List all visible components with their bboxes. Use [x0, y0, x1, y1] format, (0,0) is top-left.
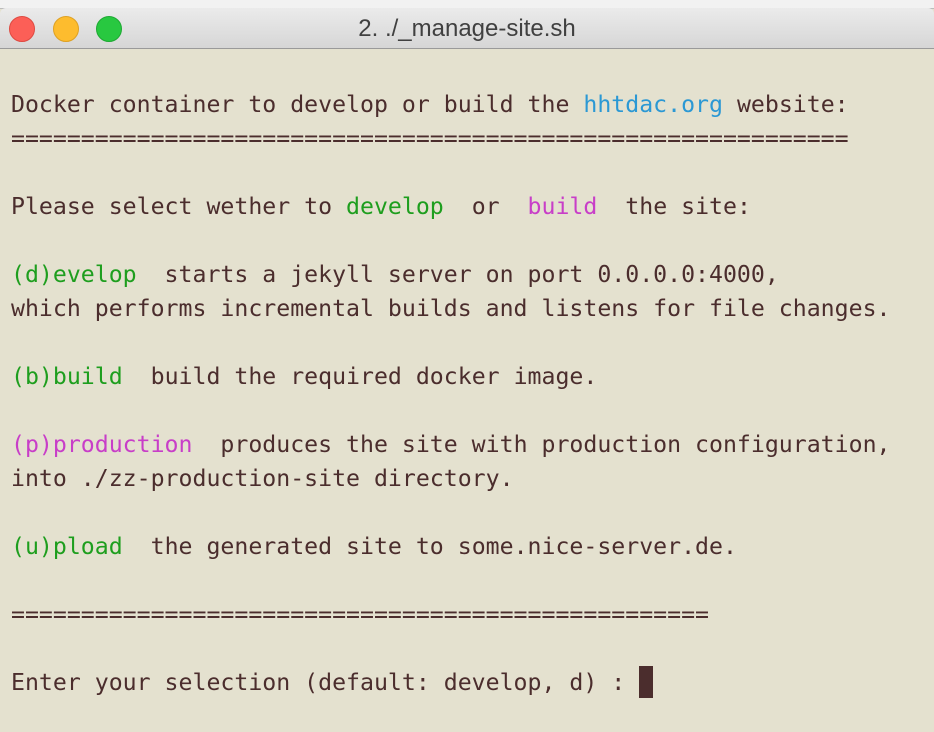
build-keyword: build: [527, 193, 598, 220]
intro-line: Docker container to develop or build the…: [11, 88, 891, 122]
option-key: (d)evelop: [11, 261, 137, 288]
option-desc: produces the site with production config…: [192, 431, 891, 458]
separator: ========================================…: [11, 125, 849, 152]
prompt-line[interactable]: Enter your selection (default: develop, …: [11, 666, 891, 700]
cursor[interactable]: [639, 666, 654, 698]
option-production-cont: into ./zz-production-site directory.: [11, 465, 514, 492]
text: Please select wether to: [11, 193, 347, 220]
text: or: [443, 193, 528, 220]
text: Docker container to develop or build the: [11, 91, 584, 118]
option-production: (p)production produces the site with pro…: [11, 428, 891, 462]
option-key: (p)production: [11, 431, 193, 458]
site-link: hhtdac.org: [583, 91, 723, 118]
option-desc: starts a jekyll server on port 0.0.0.0:4…: [136, 261, 779, 288]
title-bar[interactable]: 2. ./_manage-site.sh: [0, 8, 934, 49]
select-line: Please select wether to develop or build…: [11, 190, 891, 224]
option-develop: (d)evelop starts a jekyll server on port…: [11, 258, 891, 292]
develop-keyword: develop: [346, 193, 444, 220]
separator: ========================================…: [11, 601, 710, 628]
option-key: (b)build: [11, 363, 123, 390]
window-title: 2. ./_manage-site.sh: [358, 15, 576, 42]
option-develop-cont: which performs incremental builds and li…: [11, 295, 891, 322]
option-desc: build the required docker image.: [122, 363, 598, 390]
terminal-output[interactable]: Docker container to develop or build the…: [11, 88, 891, 700]
option-build: (b)build build the required docker image…: [11, 360, 891, 394]
option-key: (u)pload: [11, 533, 123, 560]
option-desc: the generated site to some.nice-server.d…: [122, 533, 737, 560]
prompt-text: Enter your selection (default: develop, …: [11, 669, 640, 696]
text: the site:: [597, 193, 751, 220]
text: website:: [722, 91, 849, 118]
option-upload: (u)pload the generated site to some.nice…: [11, 530, 891, 564]
